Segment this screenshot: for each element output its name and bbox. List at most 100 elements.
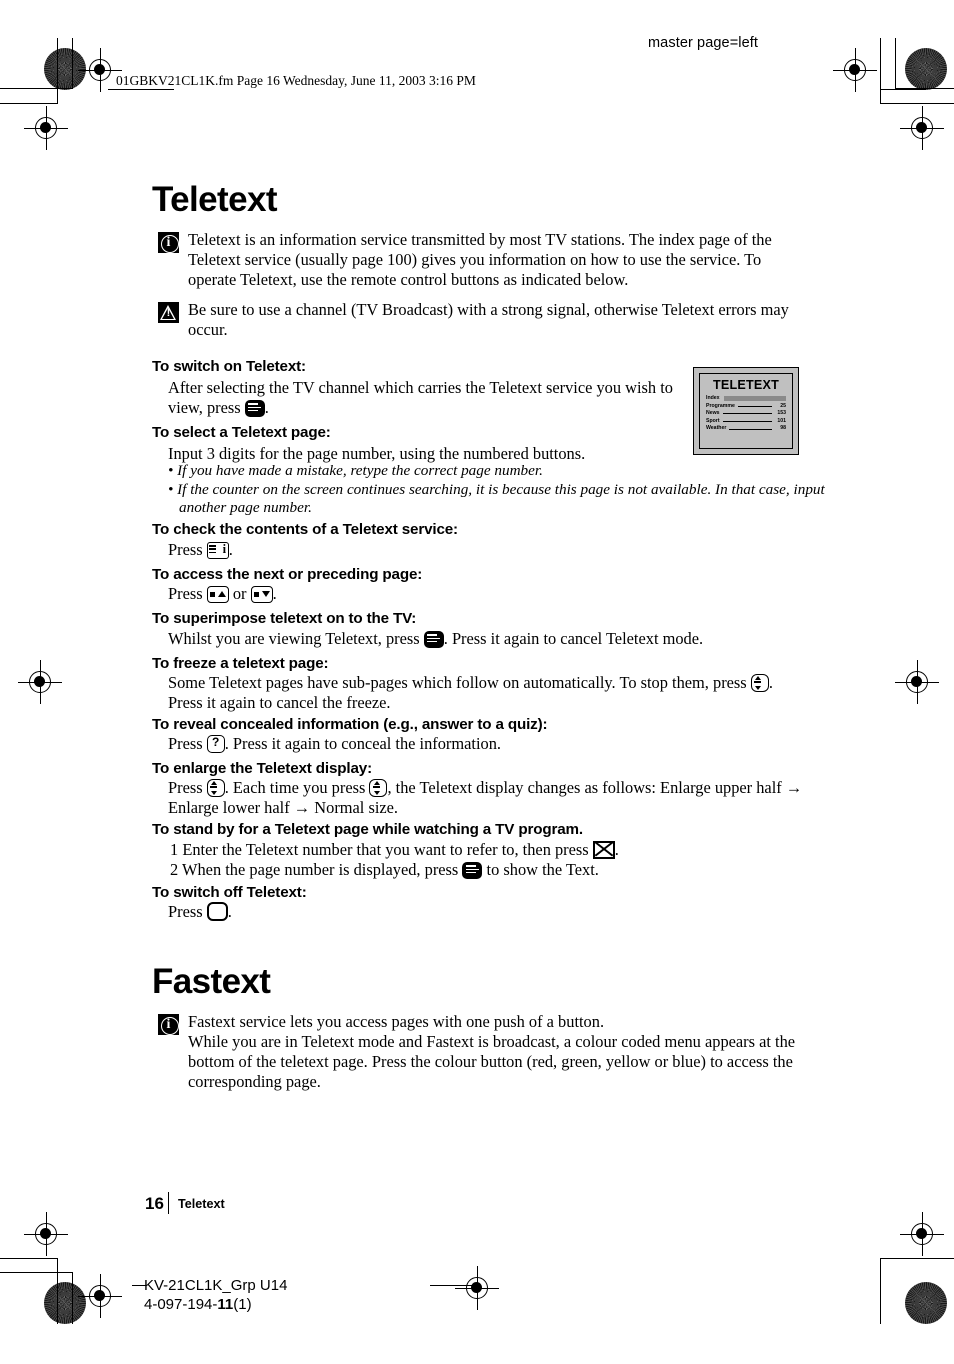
page-title-fastext: Fastext xyxy=(152,962,271,1001)
teletext-row-leader xyxy=(737,405,772,407)
fastext-line-1: Fastext service lets you access pages wi… xyxy=(188,1012,605,1031)
teletext-row-programme: Programme 25 xyxy=(706,403,786,411)
page-content: Teletext i Teletext is an information se… xyxy=(0,0,954,1364)
body-text: Press xyxy=(168,540,203,559)
bullet-item: • If you have made a mistake, retype the… xyxy=(168,462,543,479)
warning-note-teletext: ! Be sure to use a channel (TV Broadcast… xyxy=(158,300,808,340)
page-down-button-icon xyxy=(250,586,273,603)
body-text: Press xyxy=(168,902,203,921)
teletext-row-value: 98 xyxy=(780,425,786,432)
enlarge-button-icon xyxy=(369,779,388,797)
fastext-line-2: While you are in Teletext mode and Faste… xyxy=(188,1031,796,1091)
standby-cancel-button-icon xyxy=(592,841,615,859)
body-text-tail: . xyxy=(228,540,233,559)
teletext-row-leader xyxy=(722,413,772,415)
info-note-teletext: i Teletext is an information service tra… xyxy=(158,230,808,290)
body-text: Press xyxy=(168,584,203,603)
step-text: Enter the Teletext number that you want … xyxy=(182,840,589,859)
bullet-item: • If the counter on the screen continues… xyxy=(168,480,825,517)
warning-note-text: Be sure to use a channel (TV Broadcast) … xyxy=(188,300,789,339)
heading-check-contents: To check the contents of a Teletext serv… xyxy=(152,521,458,538)
bullet-text: If the counter on the screen continues s… xyxy=(177,480,825,517)
footer-part-code-prefix: 4-097-194- xyxy=(144,1296,218,1313)
text-button-icon xyxy=(462,862,483,880)
page-number: 16 xyxy=(145,1194,164,1213)
body-check-contents: Press i. xyxy=(168,540,728,560)
body-enlarge-teletext-display: Press . Each time you press , the Telete… xyxy=(168,778,808,818)
step-text: When the page number is displayed, press xyxy=(182,860,459,880)
body-text: Press xyxy=(168,778,203,797)
teletext-row-leader xyxy=(722,421,772,423)
footer-model-name: KV-21CL1K_Grp U14 xyxy=(144,1277,288,1294)
body-text-tail: . Press it again to conceal the informat… xyxy=(224,734,502,753)
numbered-step: 1 Enter the Teletext number that you wan… xyxy=(170,840,820,860)
footer-rule-right xyxy=(430,1285,474,1286)
text-button-icon xyxy=(423,631,444,648)
enlarge-button-icon xyxy=(206,779,225,797)
body-next-preceding-page: Press or . xyxy=(168,584,728,604)
body-switch-off-teletext: Press . xyxy=(168,902,728,922)
teletext-row-value: 153 xyxy=(777,410,786,417)
off-text-button-icon xyxy=(206,902,228,921)
footer-part-code-bold: 11 xyxy=(217,1296,234,1313)
heading-next-preceding-page: To access the next or preceding page: xyxy=(152,566,423,583)
body-switch-on-teletext: After selecting the TV channel which car… xyxy=(168,378,686,418)
info-icon: i xyxy=(158,1014,179,1035)
footer-divider xyxy=(168,1192,169,1214)
body-text-tail: . xyxy=(272,584,277,603)
body-text-tail: . xyxy=(227,902,232,921)
bullets-select-teletext-page: • If you have made a mistake, retype the… xyxy=(168,462,828,518)
warning-icon: ! xyxy=(158,302,179,323)
teletext-screen-figure: TELETEXT Index Programme 25 News 153 Spo… xyxy=(693,367,799,455)
teletext-row-label: Index xyxy=(706,395,720,401)
body-text-mid: . Each time you press xyxy=(224,778,366,797)
step-number: 1 xyxy=(170,840,179,859)
info-note-text: Teletext is an information service trans… xyxy=(188,230,772,289)
arrow-glyph: → xyxy=(293,798,311,818)
arrow-glyph: → xyxy=(785,778,803,797)
heading-reveal-concealed-info: To reveal concealed information (e.g., a… xyxy=(152,716,548,733)
step-number: 2 xyxy=(170,860,179,880)
step-text-tail: to show the Text. xyxy=(486,860,599,880)
numbered-step: 2 When the page number is displayed, pre… xyxy=(170,860,820,880)
teletext-row-index: Index xyxy=(706,395,786,403)
body-text-tail: , the Teletext display changes as follow… xyxy=(387,778,782,797)
body-select-teletext-page: Input 3 digits for the page number, usin… xyxy=(168,444,586,463)
teletext-row-value: 25 xyxy=(780,402,786,409)
heading-freeze-teletext-page: To freeze a teletext page: xyxy=(152,655,329,672)
body-text-tail: . xyxy=(264,398,269,418)
body-text-tail: . Press it again to cancel Teletext mode… xyxy=(443,629,704,648)
heading-standby-teletext-page: To stand by for a Teletext page while wa… xyxy=(152,821,583,838)
body-text: Whilst you are viewing Teletext, press xyxy=(168,629,420,648)
page-up-button-icon xyxy=(206,586,229,603)
body-superimpose-teletext: Whilst you are viewing Teletext, press .… xyxy=(168,629,808,649)
hold-button-icon xyxy=(750,674,769,692)
body-text: Some Teletext pages have sub-pages which… xyxy=(168,673,747,692)
teletext-row-leader xyxy=(729,428,772,430)
teletext-row-sport: Sport 101 xyxy=(706,418,786,426)
teletext-row-label: Sport xyxy=(706,417,720,424)
teletext-row-label: Programme xyxy=(706,402,735,409)
footer-section-label: Teletext xyxy=(178,1197,225,1211)
teletext-row-label: News xyxy=(706,410,720,417)
info-note-fastext-text: Fastext service lets you access pages wi… xyxy=(188,1012,808,1091)
bullet-text: If you have made a mistake, retype the c… xyxy=(177,462,543,479)
footer-part-code-suffix: (1) xyxy=(233,1296,252,1313)
body-text-line2b: Normal size. xyxy=(314,798,399,818)
heading-superimpose-teletext: To superimpose teletext on to the TV: xyxy=(152,610,417,627)
body-standby-teletext-page: 1 Enter the Teletext number that you wan… xyxy=(170,840,820,880)
heading-switch-off-teletext: To switch off Teletext: xyxy=(152,884,307,901)
body-freeze-teletext-page: Some Teletext pages have sub-pages which… xyxy=(168,673,793,713)
teletext-row-label: Weather xyxy=(706,425,727,432)
body-text: After selecting the TV channel which car… xyxy=(168,378,673,418)
teletext-screen-inner: TELETEXT Index Programme 25 News 153 Spo… xyxy=(699,373,793,449)
teletext-screen-title: TELETEXT xyxy=(713,378,779,392)
info-note-fastext: i Fastext service lets you access pages … xyxy=(158,1012,808,1091)
teletext-row-value: 101 xyxy=(777,417,786,424)
teletext-index-highlight-bar xyxy=(723,396,786,402)
heading-select-teletext-page: To select a Teletext page: xyxy=(152,424,331,441)
reveal-button-icon: ? xyxy=(206,735,225,753)
index-button-icon: i xyxy=(206,542,229,559)
text-button-icon xyxy=(244,400,265,418)
footer-part-code: 4-097-194-11(1) xyxy=(144,1296,252,1313)
